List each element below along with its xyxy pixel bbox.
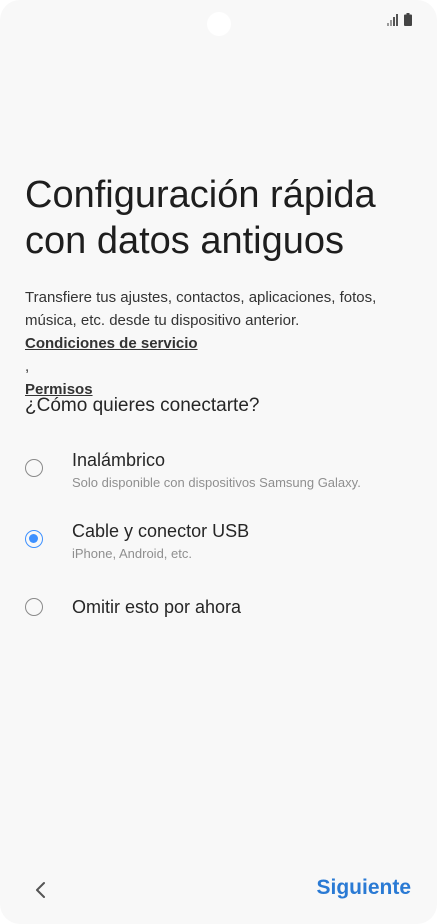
option-wireless[interactable]: Inalámbrico Solo disponible con disposit… [0,440,437,500]
radio-skip[interactable] [25,598,43,616]
page-title: Configuración rápida con datos antiguos [25,172,420,264]
chevron-left-icon [36,882,45,898]
option-sublabel: Solo disponible con dispositivos Samsung… [72,475,361,490]
option-label: Omitir esto por ahora [72,597,242,617]
status-bar [0,0,437,44]
radio-cable-usb[interactable] [25,530,43,548]
description: Transfiere tus ajustes, contactos, aplic… [25,286,420,401]
battery-icon [404,13,412,26]
option-label: Inalámbrico [72,450,166,470]
signal-bars-icon [387,14,398,26]
description-line-1: Transfiere tus ajustes, contactos, aplic… [25,289,377,306]
title-line-1: Configuración rápida [25,174,376,216]
option-label: Cable y conector USB [72,521,250,541]
option-skip[interactable]: Omitir esto por ahora [0,588,437,628]
phone-screen: Configuración rápida con datos antiguos … [0,0,437,924]
option-cable-usb[interactable]: Cable y conector USB iPhone, Android, et… [0,512,437,572]
next-button[interactable]: Siguiente [316,876,411,900]
back-button[interactable] [25,872,55,908]
description-line-2: música, etc. desde tu dispositivo anteri… [25,312,300,329]
radio-wireless[interactable] [25,459,43,477]
title-line-2: con datos antiguos [25,220,345,262]
terms-of-service-link[interactable]: Condiciones de servicio [25,335,198,352]
legal-links: Condiciones de servicio, Permisos [25,332,420,401]
link-separator: , [25,358,30,375]
front-camera-cutout [207,12,231,36]
connection-question: ¿Cómo quieres conectarte? [25,395,260,416]
option-sublabel: iPhone, Android, etc. [72,546,192,561]
